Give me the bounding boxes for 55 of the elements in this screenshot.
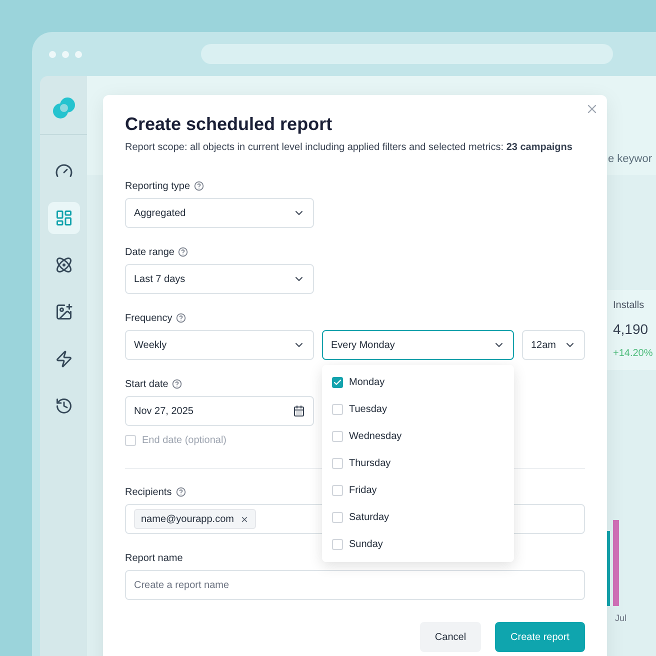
field-label: Start date <box>125 378 168 392</box>
chart-axis-label: Jul <box>614 612 628 625</box>
checkbox-label: End date (optional) <box>142 434 227 448</box>
day-option[interactable]: Wednesday <box>322 423 514 450</box>
day-option[interactable]: Friday <box>322 477 514 504</box>
checkbox[interactable] <box>332 539 343 550</box>
checkbox[interactable] <box>332 404 343 415</box>
date-field[interactable]: Nov 27, 2025 <box>125 396 314 426</box>
day-option[interactable]: Thursday <box>322 450 514 477</box>
image-plus-icon <box>54 303 72 321</box>
help-icon[interactable] <box>176 313 186 323</box>
field-label: Recipients <box>125 486 172 500</box>
field-label: Frequency <box>125 312 172 326</box>
help-icon[interactable] <box>194 181 204 191</box>
day-option[interactable]: Sunday <box>322 531 514 558</box>
select-field[interactable]: 12am <box>522 330 585 360</box>
close-icon <box>585 102 599 116</box>
close-button[interactable] <box>585 102 599 116</box>
day-option[interactable]: Saturday <box>322 504 514 531</box>
checkbox[interactable] <box>332 458 343 469</box>
select-field[interactable]: Weekly <box>125 330 314 360</box>
day-option[interactable]: Tuesday <box>322 396 514 423</box>
header-text: e keywor <box>608 152 652 166</box>
day-option[interactable]: Monday <box>322 369 514 396</box>
field-label: Report name <box>125 552 183 566</box>
select-field[interactable]: Last 7 days <box>125 264 314 294</box>
dialog-title: Create scheduled report <box>125 113 334 135</box>
checkbox[interactable] <box>332 512 343 523</box>
checkbox[interactable] <box>332 377 343 388</box>
checkbox[interactable] <box>332 431 343 442</box>
history-icon <box>54 397 72 415</box>
check-icon <box>333 378 342 387</box>
checkbox[interactable] <box>125 435 136 446</box>
dashboard-icon <box>54 209 72 227</box>
field-label: Reporting type <box>125 180 190 194</box>
select-field[interactable]: Every Monday <box>322 330 514 360</box>
recipient-chip: name@yourapp.com <box>134 509 256 529</box>
atom-icon <box>54 256 72 274</box>
field-label: Date range <box>125 246 174 260</box>
report-scope-text: Report scope: all objects in current level including applied filters and selected metrics: 23 campaigns <box>125 141 574 155</box>
logo-icon <box>52 96 76 120</box>
help-icon[interactable] <box>176 487 186 497</box>
metric-change: +14.20% <box>613 347 654 361</box>
metric-label: Installs <box>613 299 646 313</box>
report-name-field[interactable]: Create a report name <box>125 570 585 600</box>
metric-value: 4,190 <box>613 320 650 339</box>
help-icon[interactable] <box>172 379 182 389</box>
lightning-icon <box>54 350 72 368</box>
checkbox[interactable] <box>332 485 343 496</box>
cancel-button[interactable]: Cancel <box>420 622 481 652</box>
help-icon[interactable] <box>178 247 188 257</box>
gauge-icon <box>54 162 72 180</box>
calendar-icon <box>293 405 305 417</box>
select-field[interactable]: Aggregated <box>125 198 314 228</box>
remove-icon[interactable] <box>240 514 249 524</box>
